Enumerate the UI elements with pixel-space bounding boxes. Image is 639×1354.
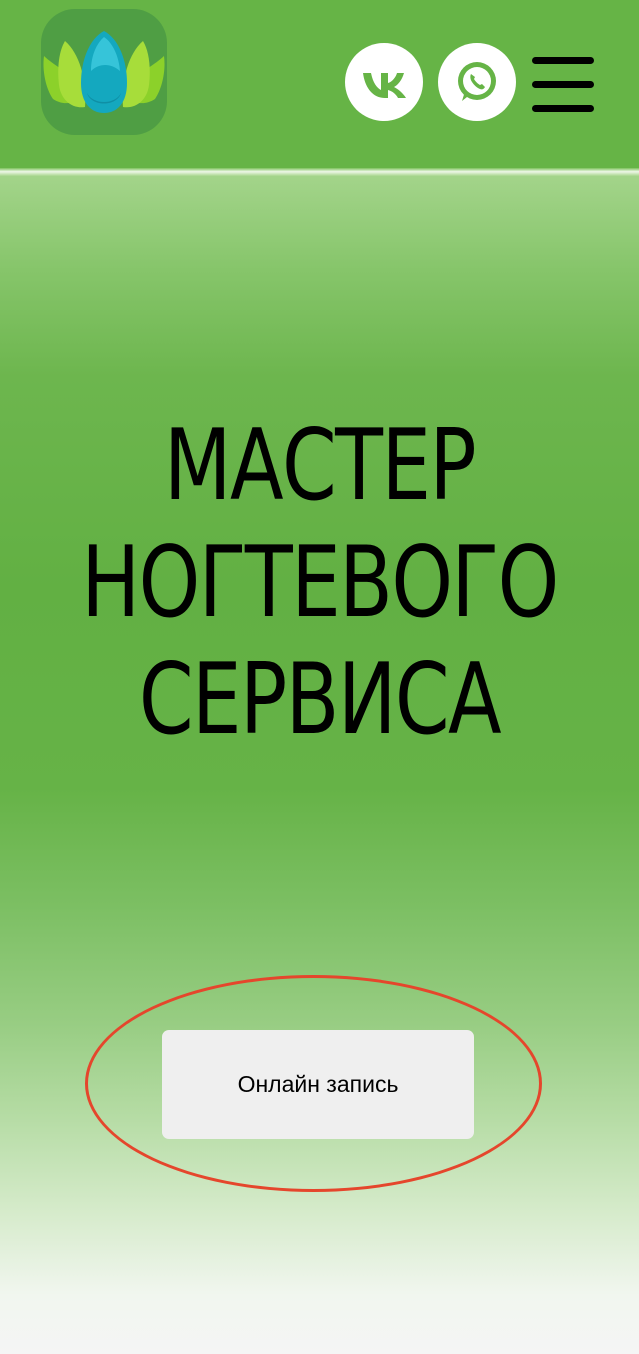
site-header bbox=[0, 0, 639, 168]
menu-bar bbox=[532, 81, 594, 88]
whatsapp-icon bbox=[458, 62, 496, 101]
hero-section bbox=[0, 176, 639, 1354]
whatsapp-button[interactable] bbox=[438, 43, 516, 121]
hero-title-line-3: СЕРВИСА bbox=[138, 643, 502, 757]
hero-title-line-2: НОГТЕВОГО bbox=[81, 526, 559, 640]
hamburger-menu-icon[interactable] bbox=[530, 55, 596, 115]
vk-button[interactable] bbox=[345, 43, 423, 121]
header-divider bbox=[0, 168, 639, 176]
vk-icon bbox=[363, 73, 406, 98]
hero-title: МАСТЕР НОГТЕВОГО СЕРВИСА bbox=[64, 408, 575, 759]
menu-bar bbox=[532, 57, 594, 64]
menu-bar bbox=[532, 105, 594, 112]
lotus-logo-icon[interactable] bbox=[41, 9, 167, 135]
hero-title-line-1: МАСТЕР bbox=[163, 409, 477, 523]
online-booking-button[interactable]: Онлайн запись bbox=[162, 1030, 474, 1139]
